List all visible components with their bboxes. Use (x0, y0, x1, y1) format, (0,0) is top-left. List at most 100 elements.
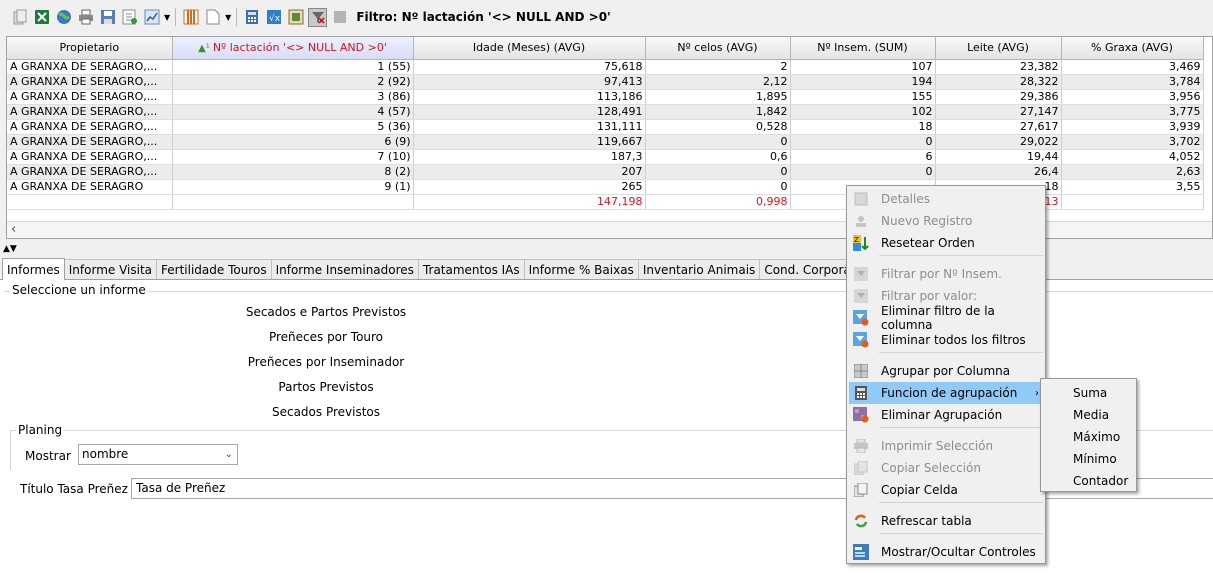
refresh-grid-icon[interactable] (120, 8, 139, 27)
report-link[interactable]: Partos Previstos (196, 380, 456, 394)
table-row[interactable]: A GRANXA DE SERAGRO,... 1 (55) 75,618 2 107 2… (7, 59, 1204, 75)
column-header-propietario[interactable]: Propietario (7, 37, 173, 60)
cell-celos[interactable]: 0,6 (645, 149, 791, 165)
cell-propietario[interactable]: A GRANXA DE SERAGRO,... (7, 164, 173, 180)
tab-tratamentos-ias[interactable]: Tratamentos IAs (417, 259, 525, 279)
cell-lactacion[interactable]: 8 (2) (172, 164, 414, 180)
cell-celos[interactable]: 2,12 (645, 74, 791, 90)
report-link[interactable]: Secados Previstos (196, 405, 456, 419)
table-row[interactable]: A GRANXA DE SERAGRO,... 5 (36) 131,111 0,52… (7, 119, 1204, 135)
report-link[interactable]: Preñeces por Touro (196, 330, 456, 344)
cell-celos[interactable]: 0 (645, 134, 791, 150)
column-header-lactacion[interactable]: ▲¹ Nº lactación '<> NULL AND >0' (172, 37, 414, 60)
cell-idade[interactable]: 75,618 (413, 59, 646, 75)
cell-graxa[interactable]: 3,55 (1061, 179, 1204, 195)
cell-graxa[interactable]: 3,956 (1061, 89, 1204, 105)
menu-item-refrescar-tabla[interactable]: Refrescar tabla (849, 510, 1043, 532)
cell-graxa[interactable]: 4,052 (1061, 149, 1204, 165)
chevron-down-icon[interactable]: ▼ (164, 13, 170, 22)
cell-celos[interactable]: 0 (645, 164, 791, 180)
tab-cond-corporal[interactable]: Cond. Corporal (759, 259, 860, 279)
cell-idade[interactable]: 207 (413, 164, 646, 180)
menu-item-filtrar-por-n-insem[interactable]: Filtrar por Nº Insem. (849, 263, 1043, 285)
cell-celos[interactable]: 1,895 (645, 89, 791, 105)
cell-lactacion[interactable]: 7 (10) (172, 149, 414, 165)
menu-item-copiar-seleccion[interactable]: Copiar Selección (849, 457, 1043, 479)
cell-propietario[interactable]: A GRANXA DE SERAGRO,... (7, 74, 173, 90)
cell-lactacion[interactable]: 5 (36) (172, 119, 414, 135)
columns-icon[interactable] (181, 8, 200, 27)
table-row[interactable]: A GRANXA DE SERAGRO,... 6 (9) 119,667 0 0 29,… (7, 134, 1204, 150)
cell-leite[interactable]: 29,022 (935, 134, 1062, 150)
excel-icon[interactable] (32, 8, 51, 27)
cell-propietario[interactable]: A GRANXA DE SERAGRO,... (7, 119, 173, 135)
cell-leite[interactable]: 28,322 (935, 74, 1062, 90)
column-header-graxa[interactable]: % Graxa (AVG) (1061, 37, 1204, 60)
cell-idade[interactable]: 187,3 (413, 149, 646, 165)
column-header-celos[interactable]: Nº celos (AVG) (645, 37, 791, 60)
column-header-idade[interactable]: Idade (Meses) (AVG) (413, 37, 646, 60)
cell-leite[interactable]: 27,147 (935, 104, 1062, 120)
cell-propietario[interactable]: A GRANXA DE SERAGRO,... (7, 149, 173, 165)
cell-graxa[interactable]: 3,702 (1061, 134, 1204, 150)
column-header-leite[interactable]: Leite (AVG) (935, 37, 1062, 60)
submenu-item-media[interactable]: Media (1073, 404, 1109, 426)
cell-insem[interactable]: 194 (790, 74, 936, 90)
menu-item-resetear-orden[interactable]: Z Resetear Orden (849, 232, 1043, 254)
menu-item-eliminar-agrupacion[interactable]: Eliminar Agrupación (849, 404, 1043, 426)
cell-lactacion[interactable]: 6 (9) (172, 134, 414, 150)
cell-idade[interactable]: 113,186 (413, 89, 646, 105)
cell-propietario[interactable]: A GRANXA DE SERAGRO,... (7, 134, 173, 150)
tab-informe-baixas[interactable]: Informe % Baixas (523, 259, 639, 279)
tab-fertilidade-touros[interactable]: Fertilidade Touros (156, 259, 272, 279)
menu-item-detalles[interactable]: Detalles (849, 188, 1043, 210)
cell-lactacion[interactable]: 3 (86) (172, 89, 414, 105)
cell-celos[interactable]: 2 (645, 59, 791, 75)
cell-insem[interactable]: 102 (790, 104, 936, 120)
table-row[interactable]: A GRANXA DE SERAGRO,... 3 (86) 113,186 1,89… (7, 89, 1204, 105)
cell-propietario[interactable]: A GRANXA DE SERAGRO,... (7, 59, 173, 75)
menu-item-eliminar-filtro-de-la-columna[interactable]: Eliminar filtro de la columna (849, 304, 1043, 332)
table-row[interactable]: A GRANXA DE SERAGRO,... 7 (10) 187,3 0,6 6 19… (7, 149, 1204, 165)
table-row[interactable]: A GRANXA DE SERAGRO,... 8 (2) 207 0 0 26,4 2,6… (7, 164, 1204, 180)
chevron-down-icon[interactable]: ⌄ (225, 445, 233, 464)
save-icon[interactable] (98, 8, 117, 27)
cell-idade[interactable]: 131,111 (413, 119, 646, 135)
cell-propietario[interactable]: A GRANXA DE SERAGRO (7, 179, 173, 195)
tab-informe-visita[interactable]: Informe Visita (63, 259, 158, 279)
splitter-arrows-icon[interactable]: ▲▼ (3, 244, 33, 256)
cell-lactacion[interactable]: 2 (92) (172, 74, 414, 90)
clear-filter-icon[interactable] (308, 7, 328, 27)
cell-celos[interactable]: 0 (645, 179, 791, 195)
submenu-item-suma[interactable]: Suma (1073, 382, 1107, 404)
report-link[interactable]: Preñeces por Inseminador (196, 355, 456, 369)
cell-graxa[interactable]: 2,63 (1061, 164, 1204, 180)
cell-leite[interactable]: 23,382 (935, 59, 1062, 75)
cell-insem[interactable]: 18 (790, 119, 936, 135)
export-icon[interactable] (286, 8, 305, 27)
cell-idade[interactable]: 265 (413, 179, 646, 195)
cell-propietario[interactable]: A GRANXA DE SERAGRO,... (7, 89, 173, 105)
globe-icon[interactable] (54, 8, 73, 27)
menu-item-copiar-celda[interactable]: Copiar Celda (849, 479, 1043, 501)
cell-insem[interactable]: 0 (790, 134, 936, 150)
submenu-item-contador[interactable]: Contador (1073, 470, 1128, 492)
menu-item-funcion-de-agrupacion[interactable]: Funcion de agrupación › (849, 382, 1043, 404)
menu-item-imprimir-seleccion[interactable]: Imprimir Selección (849, 435, 1043, 457)
cell-lactacion[interactable]: 4 (57) (172, 104, 414, 120)
cell-graxa[interactable]: 3,775 (1061, 104, 1204, 120)
cell-leite[interactable]: 29,386 (935, 89, 1062, 105)
menu-item-mostrar-ocultar-controles[interactable]: Mostrar/Ocultar Controles (849, 541, 1043, 563)
cell-celos[interactable]: 0,528 (645, 119, 791, 135)
cell-insem[interactable]: 6 (790, 149, 936, 165)
cell-lactacion[interactable]: 9 (1) (172, 179, 414, 195)
cell-insem[interactable]: 155 (790, 89, 936, 105)
cell-insem[interactable]: 107 (790, 59, 936, 75)
scroll-left-icon[interactable]: ‹ (11, 222, 16, 237)
cell-insem[interactable]: 0 (790, 164, 936, 180)
cell-graxa[interactable]: 3,784 (1061, 74, 1204, 90)
cell-celos[interactable]: 1,842 (645, 104, 791, 120)
table-row[interactable]: A GRANXA DE SERAGRO,... 2 (92) 97,413 2,12 1… (7, 74, 1204, 90)
copy-icon[interactable] (10, 8, 29, 27)
cell-idade[interactable]: 97,413 (413, 74, 646, 90)
